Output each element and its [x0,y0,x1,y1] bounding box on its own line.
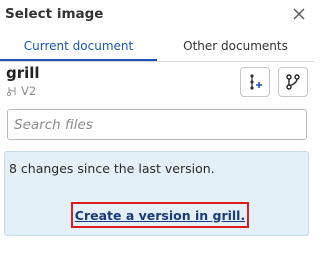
dialog-header: Select image [0,0,314,30]
version-icon [6,87,16,97]
branch-icon [286,74,300,90]
dialog-title: Select image [5,6,104,22]
version-info-panel: 8 changes since the last version. Create… [4,151,309,236]
tab-other-documents[interactable]: Other documents [157,34,314,59]
document-name: grill [6,64,40,82]
create-version-link[interactable]: Create a version in grill. [75,208,245,223]
create-version-highlight: Create a version in grill. [71,202,249,228]
version-label: V2 [21,84,37,98]
tab-bar: Current document Other documents [0,34,314,62]
changes-message: 8 changes since the last version. [9,161,215,176]
version-row: V2 [6,84,36,98]
insert-version-icon [250,74,262,90]
search-input[interactable] [7,109,307,140]
close-icon[interactable] [292,6,306,20]
tab-current-document[interactable]: Current document [0,34,157,61]
branch-button[interactable] [278,67,308,97]
insert-version-button[interactable] [240,67,270,97]
